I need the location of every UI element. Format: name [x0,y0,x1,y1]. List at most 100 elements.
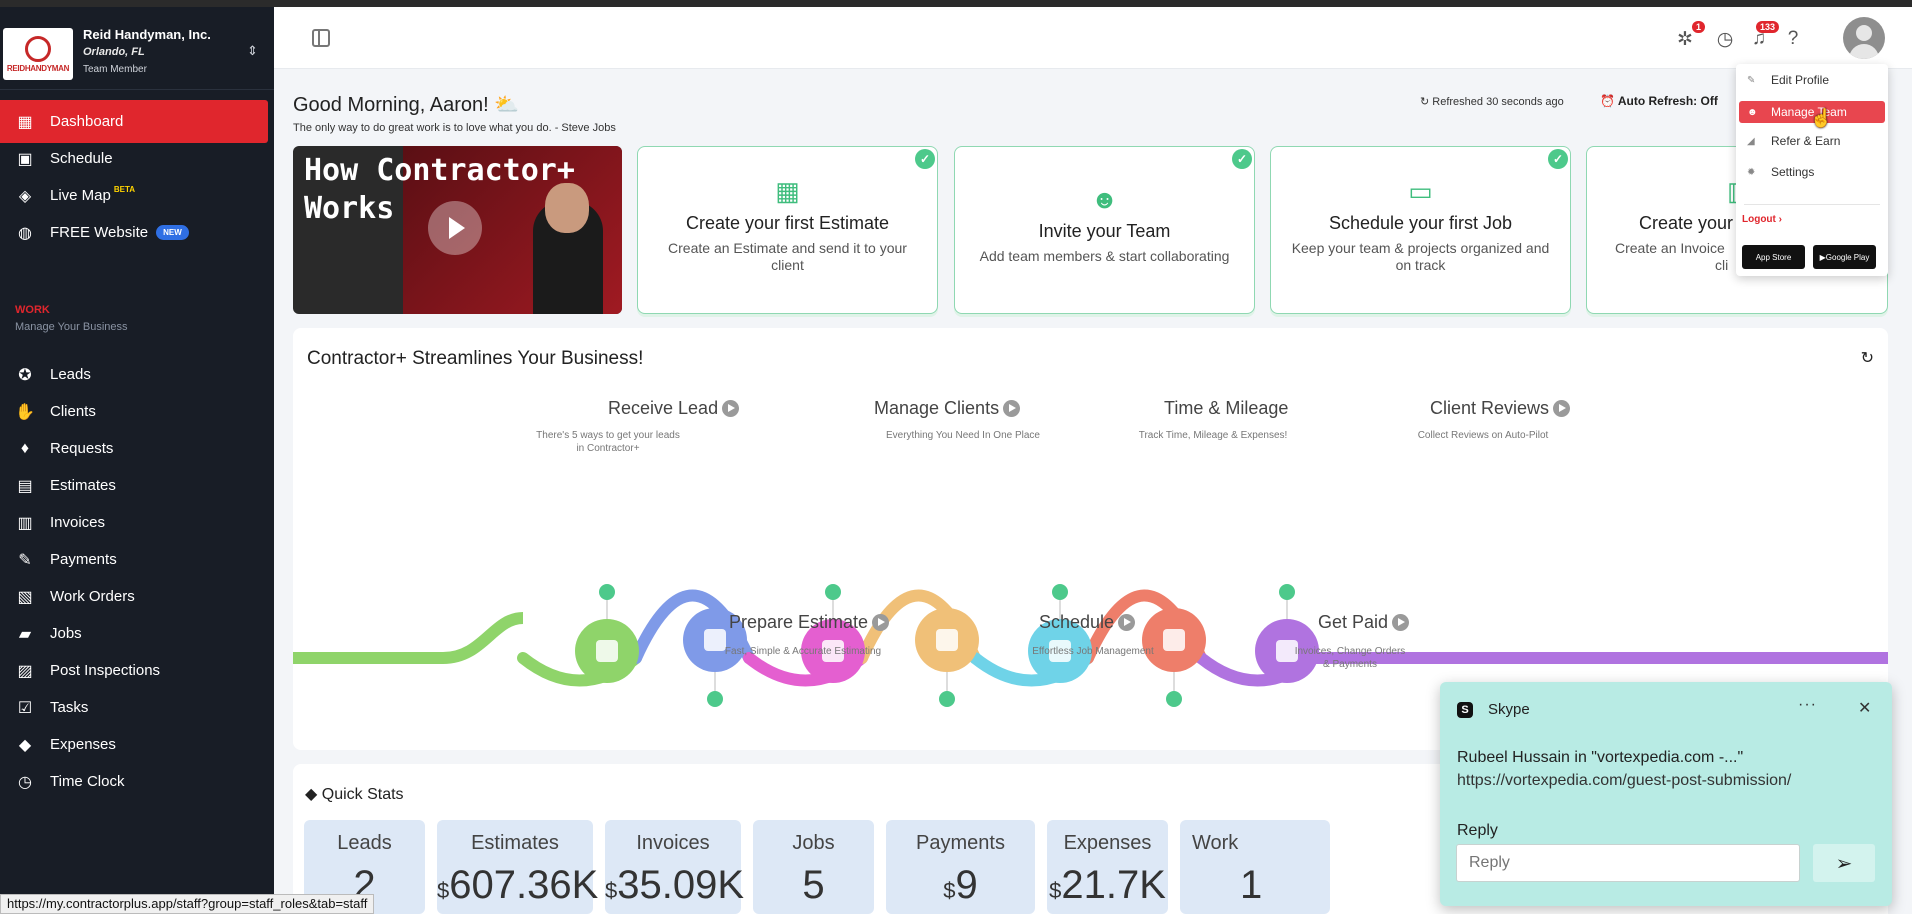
sidebar-item-label: Post Inspections [50,662,161,679]
sidebar-item-free-website[interactable]: ◍ FREE Website NEW [0,211,268,254]
sidebar-item-label: Work Orders [50,588,135,605]
team-icon: ☻ [1090,184,1119,214]
sidebar-item-label: Tasks [50,699,89,716]
sidebar: REIDHANDYMAN Reid Handyman, Inc. Orlando… [0,7,274,914]
mouse-cursor-icon: ☝ [1810,108,1833,128]
step-sub-manage-clients: Everything You Need In One Place [886,430,1040,441]
org-role: Team Member [83,64,147,75]
team-icon: ☻ [1747,106,1758,118]
quick-stats-title: ◆ Quick Stats [305,786,404,803]
sidebar-item-label: Time Clock [50,773,125,790]
inspection-icon: ▨ [17,662,33,680]
tasks-icon: ☑ [17,699,33,717]
stat-work-orders[interactable]: Work 1 [1180,820,1330,914]
check-icon [599,584,615,600]
bell-icon[interactable]: ♫ 133 [1747,21,1779,51]
check-icon: ✓ [1548,149,1568,169]
check-icon [1166,691,1182,707]
step-glyph-icon [936,629,958,651]
step-sub-get-paid: Invoices, Change Orders & Payments [1294,646,1406,670]
sidebar-item-label: FREE Website [50,224,149,241]
help-icon[interactable]: ? [1781,27,1805,51]
sidebar-item-label: Payments [50,551,117,568]
divider [1744,204,1880,205]
status-url: https://my.contractorplus.app/staff?grou… [0,894,375,914]
menu-item-edit-profile[interactable]: ✎ Edit Profile [1739,69,1885,91]
stat-label: Leads [337,832,392,854]
stat-label: Payments [916,832,1005,854]
stat-value: 1 [1240,863,1263,907]
app-store-button[interactable]: App Store [1742,245,1805,269]
step-schedule[interactable]: Schedule [1039,612,1136,633]
sidebar-toggle-icon[interactable] [312,29,330,47]
avatar[interactable] [1843,17,1885,59]
auto-refresh-toggle[interactable]: ⏰ Auto Refresh: Off [1600,94,1718,108]
play-icon [872,613,890,631]
payment-icon: ✎ [18,551,32,569]
stat-jobs[interactable]: Jobs 5 [753,820,874,914]
stat-estimates[interactable]: Estimates $607.36K [437,820,598,914]
browser-strip [0,0,1912,7]
how-it-works-video[interactable]: How Contractor+ Works [293,146,622,314]
play-icon [722,399,740,417]
stat-value: $21.7K [1049,863,1166,907]
close-icon[interactable]: ✕ [1858,698,1871,718]
card-title: Invite your Team [1038,221,1171,241]
stat-payments[interactable]: Payments $9 [886,820,1035,914]
section-title: WORK [15,304,50,316]
greeting-quote: The only way to do great work is to love… [293,122,616,134]
play-icon [1118,613,1136,631]
invoice-icon: ▥ [17,514,33,532]
menu-item-refer-earn[interactable]: ◢ Refer & Earn [1739,130,1885,152]
check-icon [1279,584,1295,600]
skype-notification: S Skype ··· ✕ Rubeel Hussain in "vortexp… [1440,682,1892,906]
step-client-reviews[interactable]: Client Reviews [1430,398,1571,419]
org-switcher[interactable]: REIDHANDYMAN Reid Handyman, Inc. Orlando… [0,15,274,85]
org-location: Orlando, FL [83,46,145,58]
check-icon [825,584,841,600]
card-description: Keep your team & projects organized and … [1291,240,1550,273]
step-time-mileage[interactable]: Time & Mileage [1164,398,1288,419]
step-glyph-icon [596,640,618,662]
onboarding-card-team[interactable]: ✓ ☻ Invite your Team Add team members & … [954,146,1255,314]
onboarding-card-job[interactable]: ✓ ▭ Schedule your first Job Keep your te… [1270,146,1571,314]
play-icon[interactable] [428,201,482,255]
send-icon[interactable]: ➢ [1813,844,1875,882]
step-manage-clients[interactable]: Manage Clients [874,398,1021,419]
stat-expenses[interactable]: Expenses $21.7K [1047,820,1168,914]
play-icon [1392,613,1410,631]
check-icon [1052,584,1068,600]
toast-message[interactable]: https://vortexpedia.com/guest-post-submi… [1457,772,1791,790]
skype-icon: S [1457,702,1473,718]
step-sub-schedule: Effortless Job Management [1032,646,1154,657]
google-play-button[interactable]: ▶ Google Play [1813,245,1876,269]
step-prepare-estimate[interactable]: Prepare Estimate [729,612,890,633]
calculator-icon: ▤ [17,477,33,495]
toast-app-name: Skype [1488,701,1530,718]
reply-input[interactable] [1456,844,1800,882]
profile-menu: ✎ Edit Profile ☻ Manage Team ◢ Refer & Earn… [1736,64,1888,276]
onboarding-card-estimate[interactable]: ✓ ▦ Create your first Estimate Create an… [637,146,938,314]
sidebar-item-label: Clients [50,403,96,420]
teams-icon[interactable]: ✲ 1 [1673,21,1705,51]
check-icon: ✓ [1232,149,1252,169]
chevron-updown-icon[interactable]: ⇕ [247,43,258,59]
check-icon [939,691,955,707]
weather-emoji: ⛅ [494,94,520,116]
stat-invoices[interactable]: Invoices $35.09K [605,820,744,914]
briefcase-icon: ▰ [18,625,32,643]
refresh-status[interactable]: ↻ Refreshed 30 seconds ago [1420,95,1564,108]
org-name: Reid Handyman, Inc. [83,27,211,42]
menu-item-settings[interactable]: ✹ Settings [1739,161,1885,183]
edit-icon: ✎ [1747,74,1756,86]
sidebar-item-label: Jobs [50,625,82,642]
sidebar-item-label: Schedule [50,150,113,167]
check-icon [707,691,723,707]
more-options-icon[interactable]: ··· [1798,696,1817,714]
clock-icon[interactable]: ◷ [1713,27,1737,51]
logout-link[interactable]: Logout › [1742,214,1782,225]
step-receive-lead[interactable]: Receive Lead [608,398,740,419]
step-get-paid[interactable]: Get Paid [1318,612,1410,633]
step-sub-receive-lead: There's 5 ways to get your leads in Cont… [536,430,680,454]
sidebar-item-time-clock[interactable]: ◷ Time Clock [0,760,268,803]
